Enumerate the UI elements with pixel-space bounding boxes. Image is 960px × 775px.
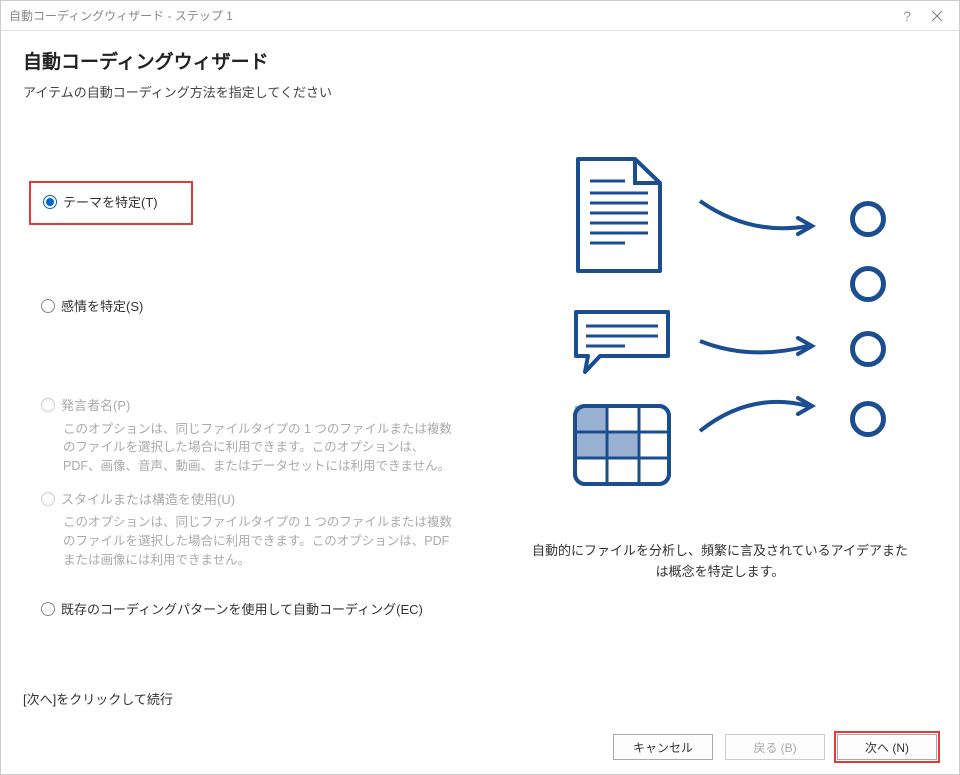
titlebar: 自動コーディングウィザード - ステップ 1 ? bbox=[1, 1, 959, 31]
help-icon[interactable]: ? bbox=[903, 8, 911, 24]
back-button: 戻る (B) bbox=[725, 734, 825, 760]
circle-icon bbox=[850, 401, 886, 437]
radio-icon bbox=[41, 398, 55, 412]
cancel-button[interactable]: キャンセル bbox=[613, 734, 713, 760]
illustration bbox=[530, 151, 910, 511]
radio-label: テーマを特定(T) bbox=[63, 193, 158, 213]
button-bar: キャンセル 戻る (B) 次へ (N) bbox=[1, 724, 959, 774]
arrow-icon bbox=[690, 311, 820, 371]
radio-option-existing[interactable]: 既存のコーディングパターンを使用して自動コーディング(EC) bbox=[41, 600, 473, 620]
radio-icon bbox=[41, 492, 55, 506]
arrow-icon bbox=[690, 186, 820, 246]
window-title: 自動コーディングウィザード - ステップ 1 bbox=[9, 7, 903, 24]
next-button[interactable]: 次へ (N) bbox=[837, 734, 937, 760]
wizard-window: 自動コーディングウィザード - ステップ 1 ? 自動コーディングウィザード ア… bbox=[0, 0, 960, 775]
page-title: 自動コーディングウィザード bbox=[23, 47, 937, 74]
document-icon bbox=[570, 151, 670, 284]
close-icon[interactable] bbox=[931, 10, 943, 22]
radio-option-speaker: 発言者名(P) bbox=[41, 396, 473, 416]
radio-label: 発言者名(P) bbox=[61, 396, 130, 416]
arrow-icon bbox=[690, 381, 820, 441]
radio-label: 既存のコーディングパターンを使用して自動コーディング(EC) bbox=[61, 600, 423, 620]
radio-option-style: スタイルまたは構造を使用(U) bbox=[41, 490, 473, 510]
grid-icon bbox=[570, 401, 675, 494]
speech-bubble-icon bbox=[570, 306, 675, 384]
radio-label: 感情を特定(S) bbox=[61, 297, 143, 317]
radio-label: スタイルまたは構造を使用(U) bbox=[61, 490, 235, 510]
radio-description-style: このオプションは、同じファイルタイプの 1 つのファイルまたは複数のファイルを選… bbox=[63, 513, 453, 569]
footer-hint: [次へ]をクリックして続行 bbox=[1, 689, 959, 724]
circle-icon bbox=[850, 331, 886, 367]
radio-icon bbox=[41, 299, 55, 313]
options-panel: テーマを特定(T) 感情を特定(S) 発言者名(P) このオプションは、同じファ… bbox=[23, 121, 473, 689]
illustration-panel: 自動的にファイルを分析し、頻繁に言及されているアイデアまたは概念を特定します。 bbox=[503, 121, 937, 689]
radio-icon bbox=[41, 602, 55, 616]
radio-option-theme[interactable]: テーマを特定(T) bbox=[29, 181, 193, 225]
page-subtitle: アイテムの自動コーディング方法を指定してください bbox=[1, 82, 959, 111]
radio-icon bbox=[43, 195, 57, 209]
header: 自動コーディングウィザード bbox=[1, 31, 959, 82]
circle-icon bbox=[850, 266, 886, 302]
illustration-caption: 自動的にファイルを分析し、頻繁に言及されているアイデアまたは概念を特定します。 bbox=[530, 541, 910, 583]
radio-option-sentiment[interactable]: 感情を特定(S) bbox=[41, 297, 473, 317]
radio-description-speaker: このオプションは、同じファイルタイプの 1 つのファイルまたは複数のファイルを選… bbox=[63, 420, 453, 476]
circle-icon bbox=[850, 201, 886, 237]
